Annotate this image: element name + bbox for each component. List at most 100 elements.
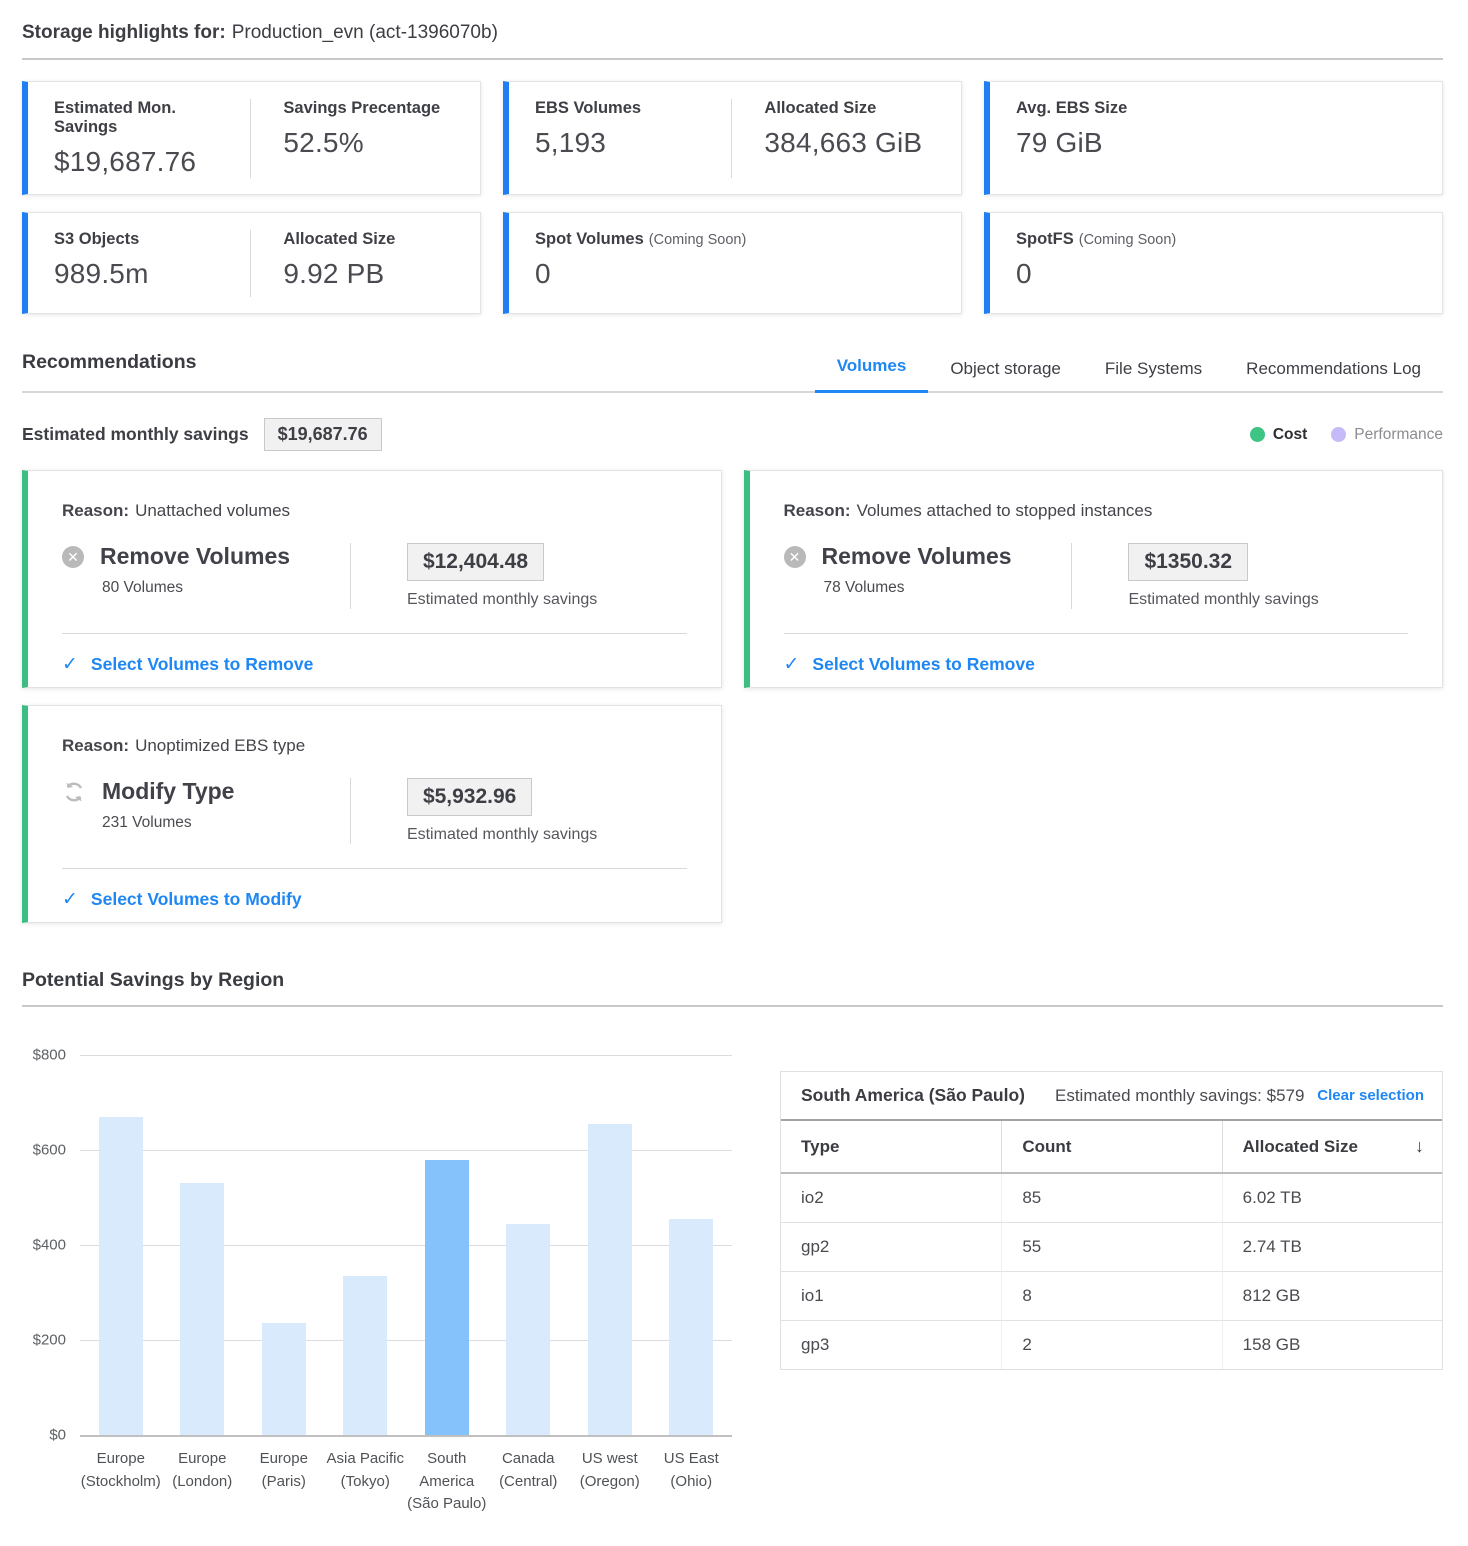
x-axis-label: South America(São Paulo): [406, 1448, 488, 1516]
header-divider: [22, 58, 1443, 60]
x-axis-label: Canada(Central): [488, 1448, 570, 1516]
stat-estimated-mon-savings: Estimated Mon. Savings $19,687.76: [54, 99, 240, 178]
allocated-size-cell: 6.02 TB: [1222, 1174, 1442, 1222]
table-row-io1[interactable]: io18812 GB: [781, 1272, 1442, 1321]
arrow-down-icon[interactable]: ↓: [1415, 1136, 1424, 1157]
savings-summary-row: Estimated monthly savings $19,687.76 Cos…: [22, 418, 1443, 451]
check-icon: ✓: [62, 653, 78, 676]
x-axis-label: Europe(Stockholm): [80, 1448, 162, 1516]
count-cell: 8: [1001, 1272, 1221, 1320]
bar-europe-paris-[interactable]: [262, 1323, 306, 1435]
stat-label: Avg. EBS Size: [1016, 99, 1418, 118]
amount-value: $1350.32: [1128, 543, 1248, 581]
legend-label: Cost: [1273, 426, 1307, 444]
bar-slot: [325, 1055, 407, 1435]
rec-action: ✕ Remove Volumes 78 Volumes: [784, 543, 1072, 609]
coming-soon-badge: (Coming Soon): [649, 232, 747, 248]
check-icon: ✓: [784, 653, 800, 676]
rec-card-body: ✕ Remove Volumes 78 Volumes $1350.32 Est…: [784, 543, 1409, 609]
stat-s3-objects: S3 Objects 989.5m: [54, 230, 240, 297]
stat-value: 384,663 GiB: [764, 127, 937, 159]
count-cell: 55: [1001, 1223, 1221, 1271]
rec-action: ✕ Remove Volumes 80 Volumes: [62, 543, 350, 609]
stat-value: 9.92 PB: [283, 258, 456, 290]
table-row-gp3[interactable]: gp32158 GB: [781, 1321, 1442, 1369]
region-section-title: Potential Savings by Region: [22, 969, 1443, 992]
savings-summary-value: $19,687.76: [264, 418, 382, 451]
stat-ebs-volumes: EBS Volumes 5,193: [535, 99, 721, 178]
x-axis-label: Europe(London): [162, 1448, 244, 1516]
account-name: Production_evn (act-1396070b): [232, 22, 498, 43]
bar-us-east-ohio-[interactable]: [669, 1219, 713, 1435]
legend-item-performance: Performance: [1331, 426, 1443, 444]
selected-region-name: South America (São Paulo): [801, 1085, 1025, 1106]
table-header: South America (São Paulo) Estimated mont…: [781, 1072, 1442, 1121]
stat-avg-ebs-size: Avg. EBS Size 79 GiB: [1016, 99, 1418, 178]
bar-europe-stockholm-[interactable]: [99, 1117, 143, 1435]
stat-value: 0: [1016, 258, 1418, 290]
tab-file-systems[interactable]: File Systems: [1083, 359, 1224, 393]
bar-slot: [651, 1055, 733, 1435]
bar-slot: [406, 1055, 488, 1435]
stat-card-ebs-volumes: EBS Volumes 5,193 Allocated Size 384,663…: [503, 81, 962, 195]
column-header-type[interactable]: Type: [781, 1121, 1001, 1172]
rec-card-unoptimized-ebs-type: Reason:Unoptimized EBS type Mo: [22, 705, 722, 923]
rec-amount: $1350.32 Estimated monthly savings: [1071, 543, 1408, 609]
stat-spot-volumes: Spot Volumes(Coming Soon) 0: [535, 230, 937, 297]
rec-link-label: Select Volumes to Modify: [91, 889, 302, 910]
check-icon: ✓: [62, 888, 78, 911]
column-header-count[interactable]: Count: [1001, 1121, 1221, 1172]
type-cell: io2: [781, 1174, 1001, 1222]
recommendations-title: Recommendations: [22, 351, 196, 391]
stat-label-text: Spot Volumes: [535, 230, 644, 248]
stat-label: EBS Volumes: [535, 99, 721, 118]
tab-object-storage[interactable]: Object storage: [928, 359, 1083, 393]
stat-cards-grid: Estimated Mon. Savings $19,687.76 Saving…: [22, 81, 1443, 314]
x-axis-label: Asia Pacific(Tokyo): [325, 1448, 407, 1516]
stat-value: $19,687.76: [54, 146, 240, 178]
select-volumes-to-remove-link[interactable]: ✓ Select Volumes to Remove: [62, 634, 687, 695]
allocated-size-cell: 812 GB: [1222, 1272, 1442, 1320]
bar-europe-london-[interactable]: [180, 1183, 224, 1435]
stat-label: SpotFS(Coming Soon): [1016, 230, 1418, 249]
count-cell: 85: [1001, 1174, 1221, 1222]
stat-spotfs: SpotFS(Coming Soon) 0: [1016, 230, 1418, 297]
y-axis-tick: $600: [22, 1142, 66, 1159]
y-axis-tick: $0: [22, 1427, 66, 1444]
stat-label: Allocated Size: [764, 99, 937, 118]
column-header-allocated-size[interactable]: Allocated Size ↓: [1222, 1121, 1442, 1172]
bar-south-america-s-o-paulo-[interactable]: [425, 1160, 469, 1435]
reason-text: Unattached volumes: [135, 501, 290, 520]
bar-asia-pacific-tokyo-[interactable]: [343, 1276, 387, 1435]
stat-card-s3-objects: S3 Objects 989.5m Allocated Size 9.92 PB: [22, 212, 481, 314]
clear-selection-link[interactable]: Clear selection: [1317, 1087, 1424, 1104]
tab-volumes[interactable]: Volumes: [815, 356, 929, 393]
amount-value: $12,404.48: [407, 543, 544, 581]
select-volumes-to-remove-link[interactable]: ✓ Select Volumes to Remove: [784, 634, 1409, 695]
reason-line: Reason:Volumes attached to stopped insta…: [784, 501, 1409, 521]
page-title-label: Storage highlights for:: [22, 22, 226, 43]
amount-caption: Estimated monthly savings: [1128, 591, 1408, 609]
tab-recommendations-log[interactable]: Recommendations Log: [1224, 359, 1443, 393]
reason-text: Volumes attached to stopped instances: [857, 501, 1153, 520]
volume-count: 78 Volumes: [824, 579, 1072, 597]
rec-link-label: Select Volumes to Remove: [91, 654, 313, 675]
select-volumes-to-modify-link[interactable]: ✓ Select Volumes to Modify: [62, 869, 687, 930]
bar-slot: [80, 1055, 162, 1435]
stat-label: Savings Precentage: [283, 99, 456, 118]
volume-count: 80 Volumes: [102, 579, 350, 597]
reason-line: Reason:Unattached volumes: [62, 501, 687, 521]
stat-value: 79 GiB: [1016, 127, 1418, 159]
bar-slot: [569, 1055, 651, 1435]
rec-amount: $12,404.48 Estimated monthly savings: [350, 543, 687, 609]
count-cell: 2: [1001, 1321, 1221, 1369]
table-row-io2[interactable]: io2856.02 TB: [781, 1174, 1442, 1223]
table-row-gp2[interactable]: gp2552.74 TB: [781, 1223, 1442, 1272]
action-title: Modify Type: [102, 778, 234, 805]
stat-label: S3 Objects: [54, 230, 240, 249]
bar-us-west-oregon-[interactable]: [588, 1124, 632, 1435]
bar-canada-central-[interactable]: [506, 1224, 550, 1435]
rec-action: Modify Type 231 Volumes: [62, 778, 350, 844]
rec-card-body: Modify Type 231 Volumes $5,932.96 Estima…: [62, 778, 687, 844]
chart-bars: [80, 1055, 732, 1435]
